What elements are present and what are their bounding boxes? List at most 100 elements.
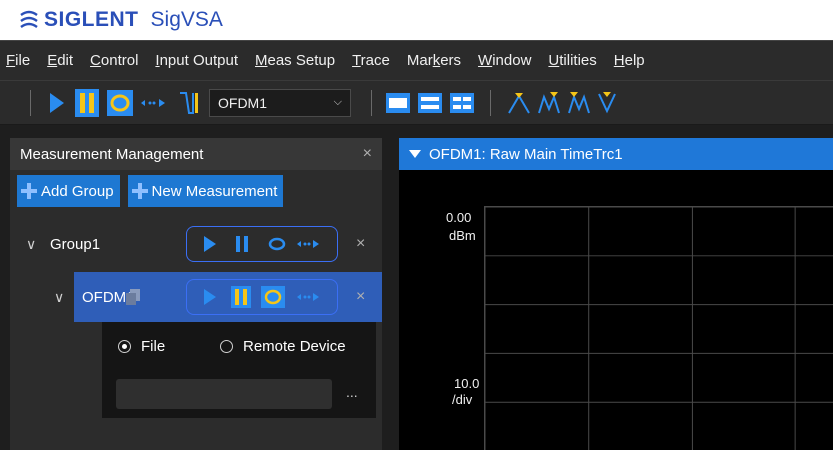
play-icon[interactable] [203,288,217,306]
pause-icon[interactable] [75,88,99,117]
menu-item-label: elp [624,52,645,69]
menu-item[interactable]: Control [90,52,138,69]
trace-window: OFDM1: Raw Main TimeTrc1 0.00 dBm 10.0 /… [399,138,833,450]
trace-grid[interactable] [484,206,833,450]
menu-item[interactable]: Input Output [155,52,238,69]
collapse-triangle-icon[interactable] [409,150,421,158]
measurement-close-button[interactable]: × [356,288,365,306]
add-group-button[interactable]: Add Group [17,175,120,207]
chevron-down-icon[interactable]: ∨ [54,289,64,306]
menu-item[interactable]: File [6,52,30,69]
menu-item-label: eas Setup [267,52,336,69]
new-measurement-label: New Measurement [151,182,278,200]
ref-level-unit: dBm [449,228,476,243]
ref-level-value: 0.00 [446,210,472,225]
menu-item-mnemonic: T [352,52,361,69]
continue-icon[interactable] [297,292,319,302]
pause-icon[interactable] [235,235,249,253]
menu-item-mnemonic: E [47,52,58,69]
menu-item-label: ers [440,52,462,69]
menu-item[interactable]: Meas Setup [255,52,335,69]
panel-header: Measurement Management × [10,138,382,170]
menu-item[interactable]: Edit [47,52,73,69]
radio-file-indicator[interactable] [118,340,131,353]
menu-item-label: tilities [559,52,597,69]
add-group-label: Add Group [41,182,114,200]
menu-item-mnemonic: M [255,52,268,69]
menu-item-label: ile [15,52,31,69]
browse-button[interactable]: ... [346,384,358,400]
pause-icon[interactable] [231,286,251,308]
title-bar: SIGLENT SigVSA [0,0,833,40]
group-close-button[interactable]: × [356,235,365,253]
radio-remote-label: Remote Device [243,338,346,355]
marker-peak-left-icon[interactable] [567,91,591,115]
menu-item[interactable]: Help [614,52,645,69]
workspace: Measurement Management × Add Group New M… [0,125,833,450]
file-path-input[interactable] [116,379,332,409]
new-measurement-button[interactable]: New Measurement [127,175,284,207]
source-selector: File Remote Device ... [102,322,376,418]
menu-item-mnemonic: F [6,52,16,69]
menu-item-label: ontrol [100,52,139,69]
marker-min-icon[interactable] [597,91,617,115]
menu-item-label: nput Output [159,52,238,69]
brand-name: SIGLENT [44,8,139,31]
panel-title: Measurement Management [20,145,204,163]
radio-remote-indicator[interactable] [220,340,233,353]
radio-remote-device[interactable]: Remote Device [220,338,346,355]
toolbar-separator [490,89,491,116]
menu-item-label: dit [57,52,74,69]
menu-item-mnemonic: U [548,52,560,69]
play-icon[interactable] [203,235,217,253]
trace-title: OFDM1: Raw Main TimeTrc1 [429,145,623,163]
group-controls [186,226,338,262]
measurement-management-panel: Measurement Management × Add Group New M… [10,138,382,450]
marker-peak-icon[interactable] [507,91,531,115]
chevron-down-icon[interactable]: ∨ [26,236,36,253]
menu-bar: File Edit Control Input Output Meas Setup Tra… [0,40,833,80]
menu-item-label: race [360,52,390,69]
layout-two-row-icon[interactable] [418,92,442,113]
chevron-down-icon: ⌵ [333,96,342,108]
scale-value: 10.0 [454,376,480,391]
panel-button-row: Add Group New Measurement [10,170,382,212]
play-icon[interactable] [49,92,65,114]
menu-item[interactable]: Markers [407,52,461,69]
single-sweep-icon[interactable] [261,286,285,308]
panel-close-button[interactable]: × [363,145,372,163]
toolbar-separator [30,89,31,116]
menu-item[interactable]: Trace [352,52,390,69]
menu-item-mnemonic: H [613,52,625,69]
menu-item-mnemonic: C [90,52,101,69]
siglent-logo-icon [20,10,38,28]
single-sweep-icon[interactable] [107,89,133,116]
plus-icon [131,183,148,199]
radio-file[interactable]: File [118,338,165,355]
measurement-select-value: OFDM1 [218,94,267,111]
radio-file-label: File [141,338,166,355]
menu-item[interactable]: Utilities [548,52,596,69]
measurement-controls [186,279,338,315]
copy-icon[interactable] [126,289,140,305]
app-name: SigVSA [150,8,223,31]
toolbar-separator [371,89,372,116]
trace-header[interactable]: OFDM1: Raw Main TimeTrc1 [399,138,833,170]
measurement-select[interactable]: OFDM1 ⌵ [209,88,351,117]
continue-icon[interactable] [297,239,319,249]
menu-item-mnemonic: W [478,52,493,69]
group-row[interactable]: ∨ Group1 × [10,220,382,268]
plus-icon [21,183,37,199]
menu-item-prefix: Mar [406,52,433,69]
trigger-icon[interactable] [179,90,201,116]
continue-icon[interactable] [141,98,165,108]
single-sweep-icon[interactable] [267,236,287,252]
scale-unit: /div [452,392,473,407]
menu-item[interactable]: Window [478,52,531,69]
layout-single-icon[interactable] [386,92,410,113]
marker-next-peak-icon[interactable] [537,91,561,115]
layout-quad-icon[interactable] [450,92,474,113]
toolbar: OFDM1 ⌵ [0,80,833,125]
menu-item-label: indow [492,52,532,69]
measurement-row-ofdm1[interactable]: ∨ OFDM1 × [54,272,382,322]
